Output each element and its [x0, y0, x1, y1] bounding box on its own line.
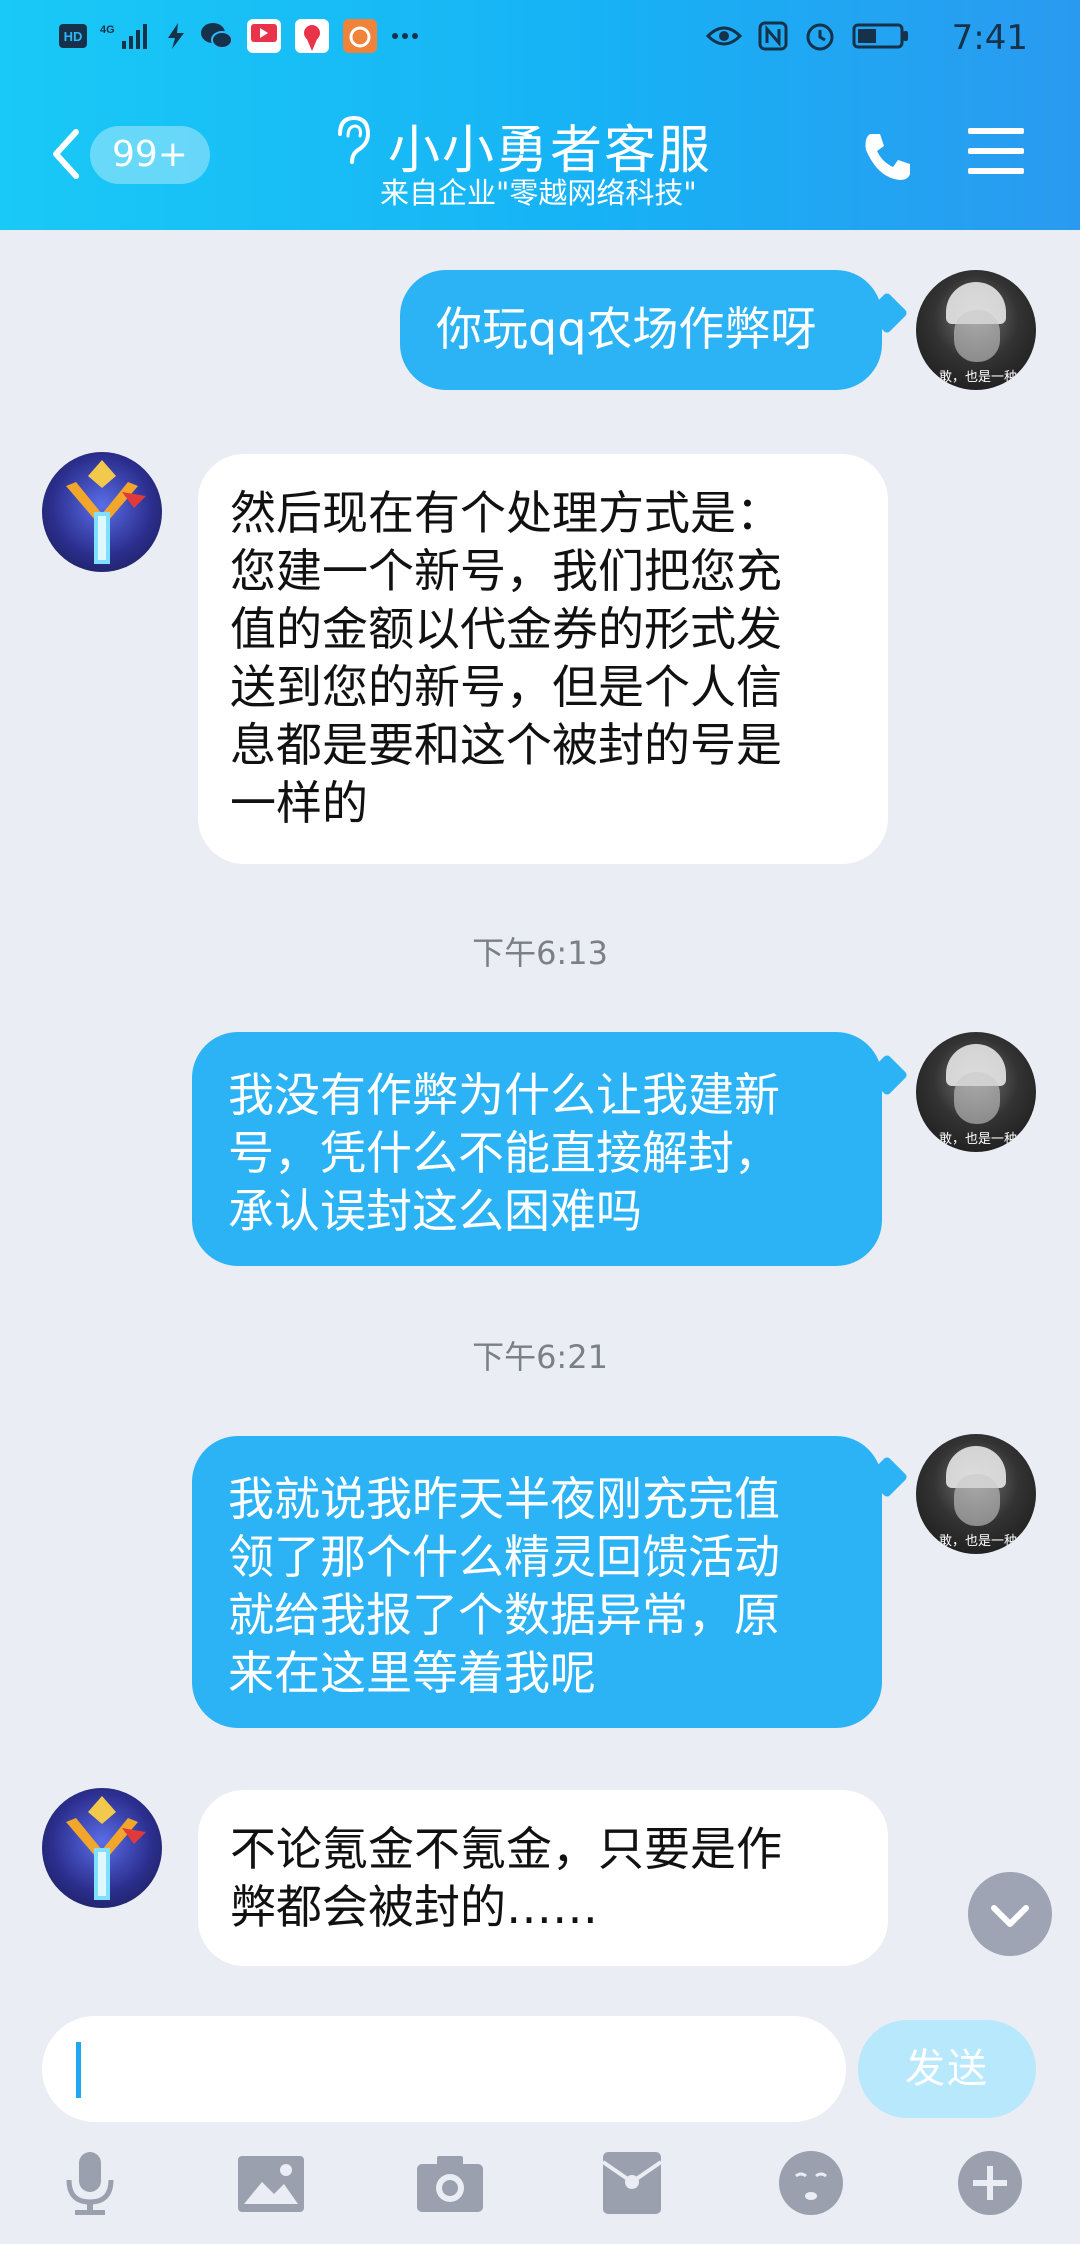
video-app-icon: [246, 18, 282, 54]
message-input[interactable]: [42, 2016, 846, 2122]
bolt-icon: [164, 21, 188, 51]
menu-icon-bar: [968, 148, 1024, 154]
battery-icon: [852, 22, 910, 50]
network-label: 4G: [100, 24, 115, 36]
message-bubble-received[interactable]: 不论氪金不氪金，只要是作 弊都会被封的……: [198, 1790, 888, 1966]
battery-level: [858, 29, 876, 43]
back-button[interactable]: [46, 126, 86, 182]
timestamp-label: 下午6:21: [472, 1338, 608, 1376]
service-avatar[interactable]: [42, 1788, 162, 1908]
my-avatar[interactable]: …敢，也是一种…: [916, 270, 1036, 390]
chat-header: HD 4G 7:41 99+ 小小勇者客服 来自企业"零越网络科技": [0, 0, 1080, 230]
plus-icon[interactable]: [955, 2148, 1025, 2218]
more-dots-icon: [390, 31, 420, 41]
svg-text:HD: HD: [64, 29, 83, 44]
unread-badge[interactable]: 99+: [90, 126, 210, 184]
message-bubble-received[interactable]: 然后现在有个处理方式是： 您建一个新号，我们把您充 值的金额以代金券的形式发 送…: [198, 454, 888, 864]
chat-subtitle: 来自企业"零越网络科技": [380, 176, 697, 210]
my-avatar[interactable]: …敢，也是一种…: [916, 1434, 1036, 1554]
message-bubble-sent[interactable]: 我就说我昨天半夜刚充完值 领了那个什么精灵回馈活动 就给我报了个数据异常，原 来…: [192, 1436, 882, 1728]
chat-title-block[interactable]: 小小勇者客服 来自企业"零越网络科技": [320, 108, 780, 218]
status-icons: [706, 20, 910, 52]
menu-button[interactable]: [968, 128, 1024, 178]
alarm-icon: [804, 20, 836, 52]
uc-app-icon: [342, 18, 378, 54]
eye-icon: [706, 24, 742, 48]
call-button[interactable]: [858, 128, 916, 190]
red-packet-icon[interactable]: [597, 2148, 667, 2218]
message-bubble-sent[interactable]: 我没有作弊为什么让我建新 号，凭什么不能直接解封， 承认误封这么困难吗: [192, 1032, 882, 1266]
message-text: 我没有作弊为什么让我建新 号，凭什么不能直接解封， 承认误封这么困难吗: [228, 1068, 780, 1238]
menu-icon-bar: [968, 168, 1024, 174]
signal-icon: 4G: [100, 21, 152, 51]
pin-app-icon: [294, 18, 330, 54]
timestamp-label: 下午6:13: [472, 934, 608, 972]
message-text: 不论氪金不氪金，只要是作 弊都会被封的……: [230, 1822, 782, 1934]
nfc-icon: [758, 21, 788, 51]
sword-emblem-icon: [66, 1796, 146, 1900]
chevron-down-icon: [991, 1905, 1029, 1927]
status-time: 7:41: [951, 18, 1028, 58]
hd-icon: HD: [58, 23, 88, 49]
text-cursor: [76, 2042, 81, 2098]
send-button[interactable]: 发送: [858, 2020, 1036, 2118]
sword-emblem-icon: [66, 460, 146, 564]
message-text: 我就说我昨天半夜刚充完值 领了那个什么精灵回馈活动 就给我报了个数据异常，原 来…: [228, 1472, 780, 1700]
microphone-icon[interactable]: [55, 2148, 125, 2218]
notification-icons: HD 4G: [58, 18, 420, 54]
my-avatar[interactable]: …敢，也是一种…: [916, 1032, 1036, 1152]
camera-icon[interactable]: [415, 2148, 485, 2218]
message-text: 然后现在有个处理方式是： 您建一个新号，我们把您充 值的金额以代金券的形式发 送…: [230, 486, 782, 830]
emoji-icon[interactable]: [776, 2148, 846, 2218]
service-avatar[interactable]: [42, 452, 162, 572]
image-icon[interactable]: [236, 2148, 306, 2218]
chevron-left-icon: [53, 129, 79, 179]
message-bubble-sent[interactable]: 你玩qq农场作弊呀: [400, 270, 882, 390]
menu-icon-bar: [968, 128, 1024, 134]
status-bar: HD 4G 7:41: [0, 0, 1080, 80]
wechat-icon: [200, 21, 234, 51]
ear-icon: [330, 112, 374, 170]
phone-icon: [865, 134, 910, 180]
message-text: 你玩qq农场作弊呀: [436, 302, 817, 356]
scroll-to-bottom-button[interactable]: [968, 1872, 1052, 1956]
